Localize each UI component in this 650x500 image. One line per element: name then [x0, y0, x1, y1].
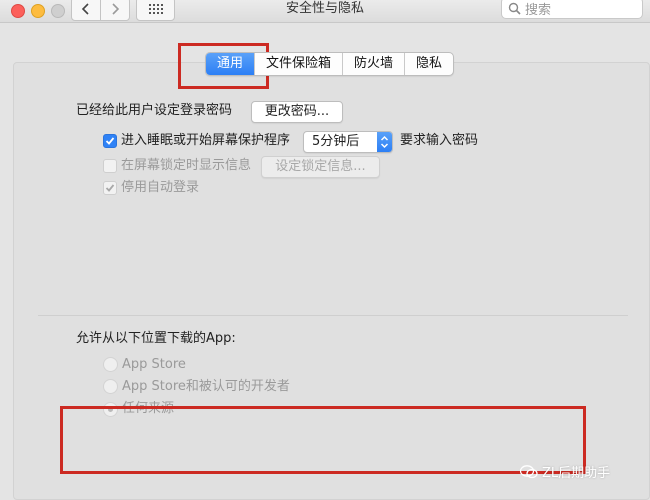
downloads-heading: 允许从以下位置下载的App:: [76, 331, 236, 346]
disable-auto-login-checkbox[interactable]: [103, 181, 117, 195]
password-delay-select[interactable]: 5分钟后: [303, 131, 393, 153]
radio-app-store-label: App Store: [122, 357, 186, 372]
tab-bar: 通用 文件保险箱 防火墙 隐私: [205, 52, 455, 76]
password-delay-value: 5分钟后: [312, 134, 360, 149]
wechat-icon: [520, 464, 538, 478]
tab-firewall[interactable]: 防火墙: [342, 53, 404, 75]
title-bar: 安全性与隐私 搜索: [0, 0, 650, 23]
show-message-label: 在屏幕锁定时显示信息: [121, 158, 252, 173]
require-password-checkbox[interactable]: [103, 134, 117, 148]
disable-auto-login-label: 停用自动登录: [121, 180, 200, 195]
radio-app-store[interactable]: [103, 357, 118, 372]
require-password-suffix: 要求输入密码: [400, 133, 479, 148]
checkmark-icon: [105, 137, 115, 145]
checkmark-icon: [105, 184, 115, 192]
tab-privacy[interactable]: 隐私: [404, 53, 453, 75]
radio-app-store-identified-label: App Store和被认可的开发者: [122, 379, 290, 394]
tab-general[interactable]: 通用: [206, 53, 255, 75]
watermark-text: ZL后期助手: [542, 466, 611, 481]
option-highlight-box: [60, 406, 586, 474]
password-set-label: 已经给此用户设定登录密码: [76, 103, 233, 118]
tab-filevault[interactable]: 文件保险箱: [254, 53, 342, 75]
change-password-button[interactable]: 更改密码...: [251, 101, 343, 123]
show-message-checkbox[interactable]: [103, 159, 117, 173]
search-icon: [508, 2, 521, 15]
section-divider: [38, 315, 628, 316]
select-stepper: [377, 132, 392, 152]
watermark: ZL后期助手: [520, 462, 610, 481]
search-field[interactable]: 搜索: [501, 0, 643, 19]
chevron-updown-icon: [380, 135, 389, 149]
search-placeholder: 搜索: [525, 2, 552, 18]
require-password-label: 进入睡眠或开始屏幕保护程序: [121, 133, 291, 148]
set-lock-message-button[interactable]: 设定锁定信息...: [261, 156, 380, 178]
radio-app-store-identified[interactable]: [103, 379, 118, 394]
